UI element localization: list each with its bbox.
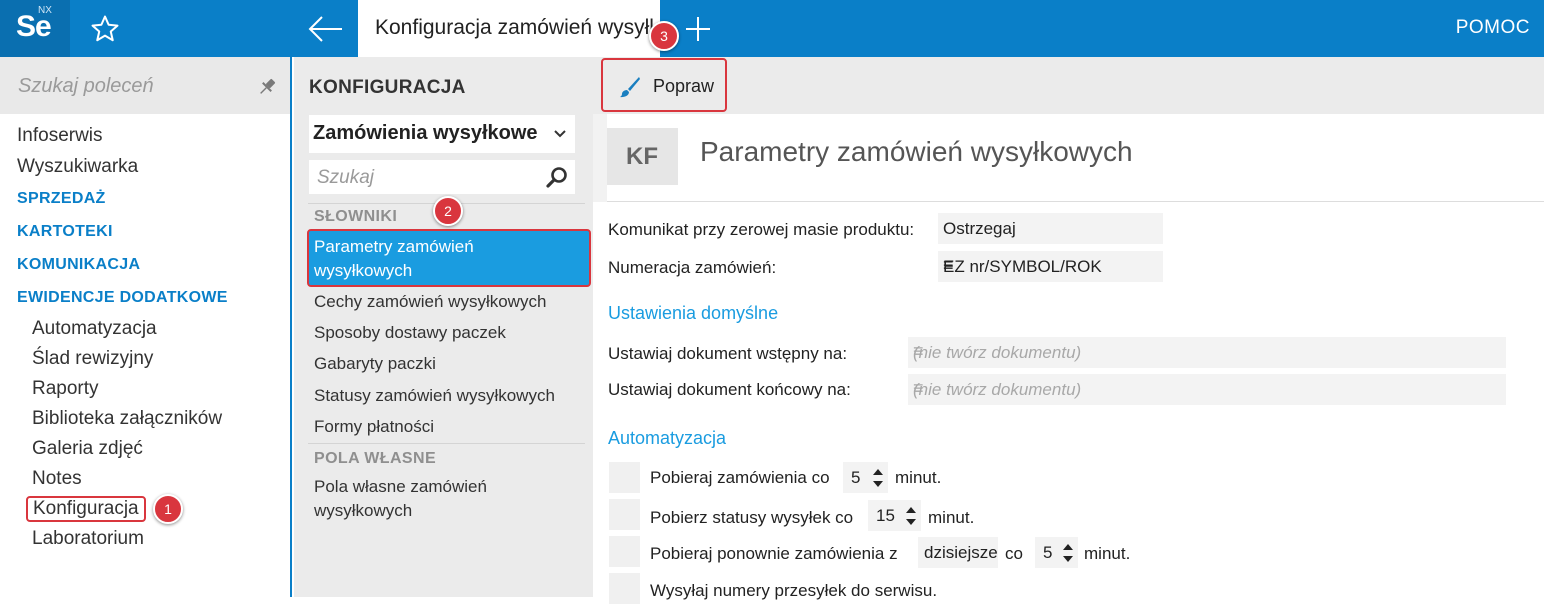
koncowy-label: Ustawiaj dokument końcowy na: <box>608 380 851 399</box>
pobieraj-ponownie-checkbox[interactable] <box>609 536 640 567</box>
command-search[interactable]: Szukaj poleceń <box>0 57 290 114</box>
command-sidebar: Szukaj poleceń Infoserwis Wyszukiwarka S… <box>0 57 292 597</box>
back-arrow-icon[interactable] <box>306 14 346 44</box>
sidebar-item-automatyzacja[interactable]: Automatyzacja <box>32 318 157 340</box>
sidebar-item-konfiguracja[interactable]: Konfiguracja <box>26 496 146 522</box>
wysylaj-numery-label: Wysyłaj numery przesyłek do serwisu. <box>650 581 938 600</box>
wstepny-label: Ustawiaj dokument wstępny na: <box>608 344 848 363</box>
tab-title: Konfiguracja zamówień wysyłkowych <box>375 16 660 39</box>
pobieraj-zamowienia-label: Pobieraj zamówienia co <box>650 468 830 487</box>
minutes-label: minut. <box>1084 544 1131 563</box>
stepper-value: 15 <box>876 506 895 525</box>
spinner-arrows-icon[interactable] <box>1062 542 1074 564</box>
list-icon[interactable]: ≡ <box>943 255 1153 276</box>
co-label: co <box>1005 544 1023 563</box>
pobieraj-zamowienia-checkbox[interactable] <box>609 462 640 493</box>
stepper-value: 5 <box>851 468 861 487</box>
config-item-parametry[interactable]: Parametry zamówień wysyłkowych <box>307 229 591 287</box>
config-item-gabaryty[interactable]: Gabaryty paczki <box>314 352 584 376</box>
page-header-area: KF Parametry zamówień wysyłkowych <box>593 114 1544 202</box>
sidebar-item-wyszukiwarka[interactable]: Wyszukiwarka <box>17 156 138 178</box>
plus-icon[interactable] <box>683 14 713 44</box>
ustawienia-heading: Ustawienia domyślne <box>608 303 779 323</box>
numeracja-label: Numeracja zamówień: <box>608 258 777 277</box>
komunikat-label: Komunikat przy zerowej masie produktu: <box>608 220 915 239</box>
search-icon[interactable] <box>545 165 569 189</box>
stepper-value: 5 <box>1043 543 1053 562</box>
toolbar: Popraw <box>593 57 1544 114</box>
popraw-button[interactable]: Popraw <box>601 58 727 112</box>
config-item-formy-platnosci[interactable]: Formy płatności <box>314 415 584 439</box>
pobierz-statusy-label: Pobierz statusy wysyłek co <box>650 508 854 527</box>
sidebar-section-ewidencje[interactable]: EWIDENCJE DODATKOWE <box>17 289 228 307</box>
zakres-select-value: dzisiejsze <box>924 543 998 562</box>
popraw-label: Popraw <box>653 76 715 96</box>
wysylaj-numery-checkbox[interactable] <box>609 573 640 604</box>
zakres-select[interactable]: dzisiejsze <box>918 537 998 568</box>
step-marker-3: 3 <box>649 21 679 51</box>
kf-badge: KF <box>607 128 678 185</box>
section-slowniki: SŁOWNIKI <box>314 208 398 225</box>
config-search-placeholder: Szukaj <box>317 167 375 188</box>
config-item-parametry-label: Parametry zamówień wysyłkowych <box>314 237 474 280</box>
numeracja-field[interactable]: EZ nr/SYMBOL/ROK ≡ <box>938 251 1163 282</box>
sidebar-section-kartoteki[interactable]: KARTOTEKI <box>17 223 113 241</box>
sidebar-item-slad-rewizyjny[interactable]: Ślad rewizyjny <box>32 348 153 370</box>
brush-icon <box>620 77 640 98</box>
sidebar-item-infoserwis[interactable]: Infoserwis <box>17 125 103 147</box>
wstepny-field[interactable]: (nie twórz dokumentu) ≡ <box>908 337 1506 368</box>
help-link[interactable]: POMOC <box>1456 17 1530 39</box>
step-marker-2: 2 <box>433 196 463 226</box>
command-search-placeholder: Szukaj poleceń <box>18 75 154 97</box>
config-item-statusy[interactable]: Statusy zamówień wysyłkowych <box>314 384 584 408</box>
pobierz-statusy-checkbox[interactable] <box>609 499 640 530</box>
koncowy-field[interactable]: (nie twórz dokumentu) ≡ <box>908 374 1506 405</box>
list-icon[interactable]: ≡ <box>913 341 1496 362</box>
module-select[interactable]: Zamówienia wysyłkowe <box>309 115 575 153</box>
tab-konfiguracja[interactable]: Konfiguracja zamówień wysyłkowych <box>358 0 660 57</box>
sidebar-item-biblioteka[interactable]: Biblioteka załączników <box>32 408 222 430</box>
kf-badge-text: KF <box>626 143 658 170</box>
config-item-sposoby-dostawy[interactable]: Sposoby dostawy paczek <box>314 321 584 345</box>
automatyzacja-heading: Automatyzacja <box>608 428 727 448</box>
star-icon[interactable] <box>90 14 120 44</box>
divider <box>308 443 585 444</box>
step-marker-1: 1 <box>153 494 183 524</box>
pin-icon[interactable] <box>257 77 277 97</box>
komunikat-value: Ostrzegaj <box>943 219 1016 238</box>
app-logo[interactable]: Se NX <box>0 0 70 57</box>
ponownie-interval-stepper[interactable]: 5 <box>1035 537 1078 568</box>
sidebar-item-raporty[interactable]: Raporty <box>32 378 99 400</box>
sidebar-section-sprzedaz[interactable]: SPRZEDAŻ <box>17 190 106 208</box>
sidebar-item-galeria[interactable]: Galeria zdjęć <box>32 438 143 460</box>
spinner-arrows-icon[interactable] <box>872 467 884 489</box>
pobieraj-ponownie-label: Pobieraj ponownie zamówienia z <box>650 544 898 563</box>
config-search-input[interactable]: Szukaj <box>309 160 575 194</box>
config-title: KONFIGURACJA <box>309 77 466 98</box>
pobieraj-interval-stepper[interactable]: 5 <box>843 462 888 493</box>
main-content: Popraw KF Parametry zamówień wysyłkowych… <box>593 57 1544 604</box>
chevron-down-icon <box>554 130 566 138</box>
sidebar-item-notes[interactable]: Notes <box>32 468 82 490</box>
sidebar-item-laboratorium[interactable]: Laboratorium <box>32 528 144 550</box>
minutes-label: minut. <box>895 468 942 487</box>
module-select-value: Zamówienia wysyłkowe <box>313 122 538 144</box>
sidebar-section-komunikacja[interactable]: KOMUNIKACJA <box>17 256 140 274</box>
spinner-arrows-icon[interactable] <box>905 505 917 527</box>
page-header: KF Parametry zamówień wysyłkowych <box>607 114 1544 202</box>
komunikat-field[interactable]: Ostrzegaj <box>938 213 1163 244</box>
config-item-pola-wlasne[interactable]: Pola własne zamówień wysyłkowych <box>314 475 514 523</box>
page-title: Parametry zamówień wysyłkowych <box>700 136 1133 167</box>
top-bar: Se NX Konfiguracja zamówień wysyłkowych … <box>0 0 1544 57</box>
statusy-interval-stepper[interactable]: 15 <box>868 500 921 531</box>
list-icon[interactable]: ≡ <box>913 378 1496 399</box>
configuration-panel: KONFIGURACJA Zamówienia wysyłkowe Szukaj… <box>294 57 593 597</box>
section-pola-wlasne: POLA WŁASNE <box>314 450 437 467</box>
minutes-label: minut. <box>928 508 975 527</box>
logo-superscript: NX <box>38 5 52 16</box>
config-item-cechy[interactable]: Cechy zamówień wysyłkowych <box>314 290 584 314</box>
